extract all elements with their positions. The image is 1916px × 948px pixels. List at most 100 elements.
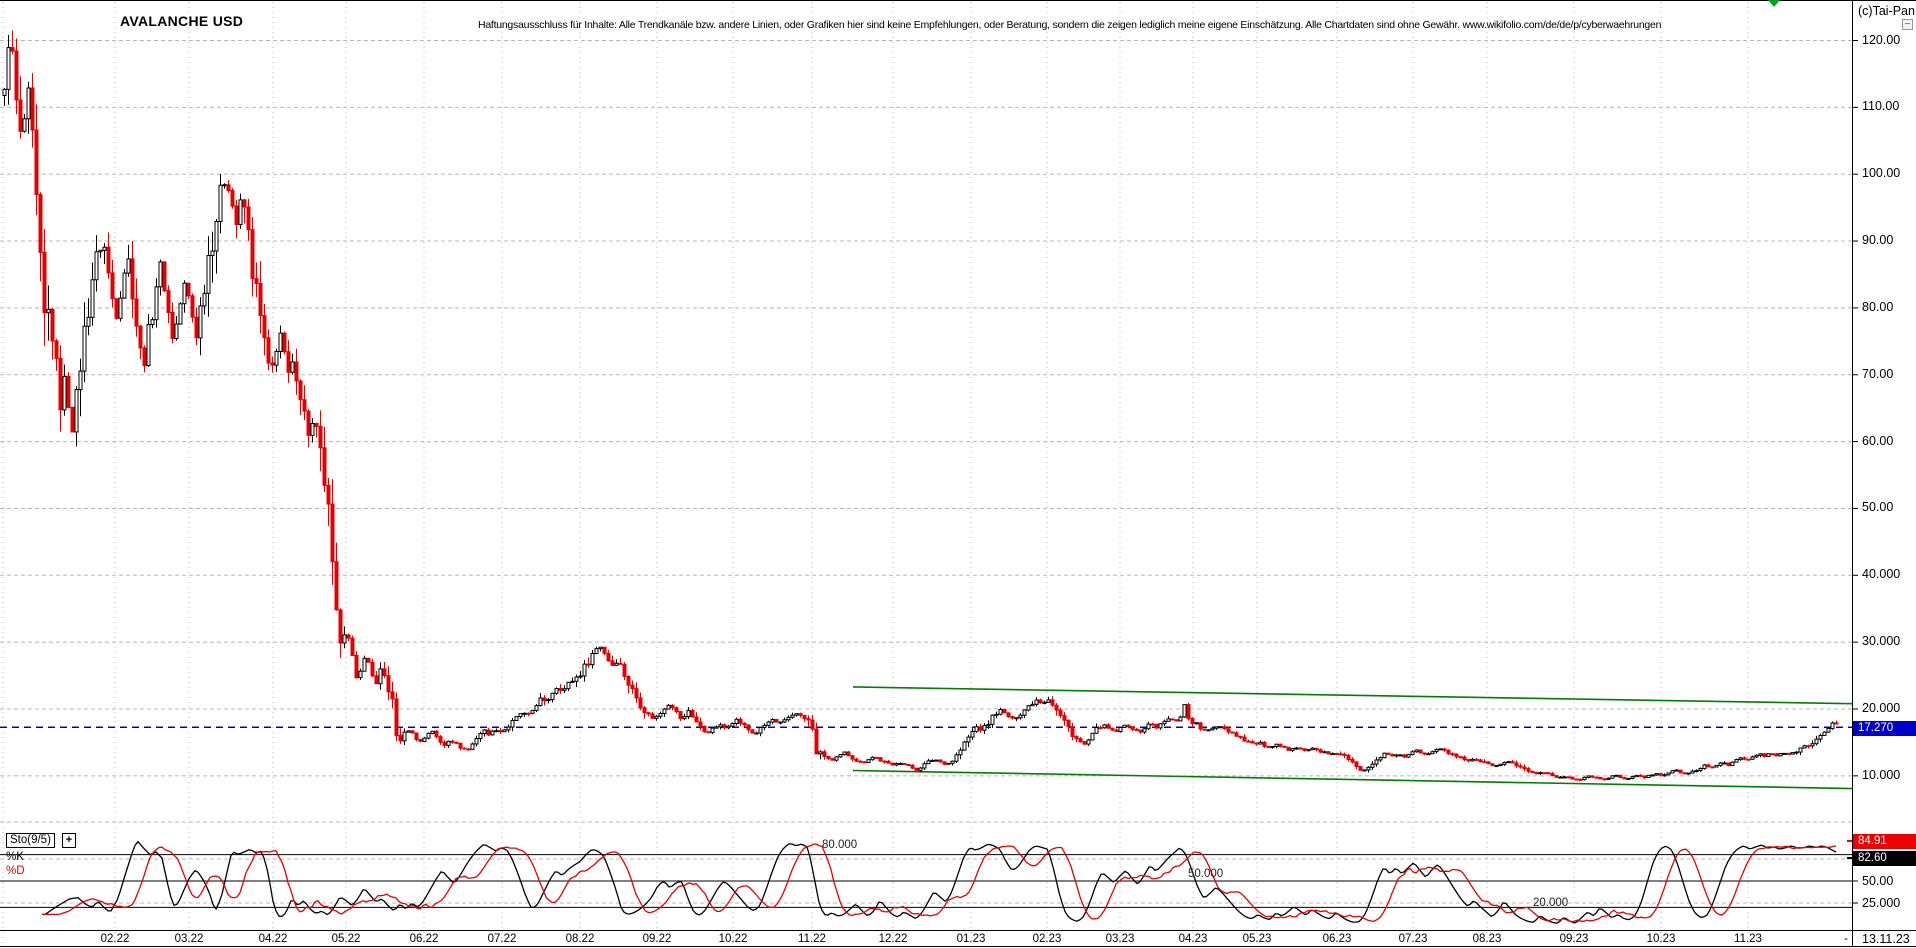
candle: [603, 647, 606, 653]
candle: [647, 713, 650, 714]
candle: [1747, 759, 1750, 760]
candle: [1739, 758, 1742, 760]
candle: [1179, 717, 1182, 721]
candle: [1619, 775, 1622, 777]
k-value-badge: 82.60: [1853, 851, 1916, 866]
candle: [1611, 776, 1614, 778]
candle: [1371, 764, 1374, 767]
candle: [1439, 749, 1442, 750]
x-axis-label: 03.23: [1106, 933, 1135, 945]
candle: [771, 719, 774, 722]
candle: [463, 748, 466, 749]
candle: [1119, 727, 1122, 731]
x-axis-label: 02.22: [101, 933, 130, 945]
candle: [627, 676, 630, 685]
candle: [123, 273, 126, 298]
candle: [887, 761, 890, 763]
candle: [1331, 753, 1334, 754]
candle: [1795, 752, 1798, 753]
candle: [611, 661, 614, 666]
candle: [1779, 754, 1782, 756]
candle: [903, 763, 906, 764]
candle: [1287, 747, 1290, 750]
candle: [1283, 746, 1286, 747]
candle: [1011, 717, 1014, 719]
candle: [1307, 750, 1310, 751]
candle: [1099, 728, 1102, 729]
candle: [1035, 700, 1038, 704]
candle: [223, 185, 226, 186]
candle: [159, 262, 162, 287]
candle: [1551, 774, 1554, 776]
candle: [1539, 773, 1542, 774]
stoch-level-label: 20.000: [1533, 897, 1568, 909]
candle: [259, 283, 262, 315]
candle: [1067, 720, 1070, 726]
candle: [111, 273, 114, 299]
candle: [823, 752, 826, 757]
candle: [963, 742, 966, 750]
candle: [555, 689, 558, 694]
y-axis-label: 90.00: [1862, 233, 1893, 247]
candle: [1143, 729, 1146, 732]
candle: [1191, 719, 1194, 724]
candle: [1791, 753, 1794, 755]
candle: [1435, 750, 1438, 752]
candle: [307, 411, 310, 435]
candle: [295, 362, 298, 381]
candle: [1647, 775, 1650, 777]
candle: [1299, 748, 1302, 749]
candle: [1703, 765, 1706, 769]
x-axis-label: 08.23: [1473, 933, 1502, 945]
candle: [103, 247, 106, 250]
candle: [1311, 748, 1314, 750]
candle: [571, 681, 574, 682]
y-axis-label: 80.00: [1862, 300, 1893, 314]
candle: [283, 333, 286, 352]
candle: [1315, 748, 1318, 749]
candle: [1443, 749, 1446, 750]
candle: [719, 725, 722, 727]
candle: [71, 407, 74, 432]
candle: [419, 739, 422, 741]
candle: [707, 732, 710, 733]
candle: [1787, 753, 1790, 754]
candle: [479, 734, 482, 739]
candle: [1487, 762, 1490, 764]
end-date-label: 13.11.23: [1862, 932, 1910, 946]
candle: [915, 768, 918, 770]
candle: [1771, 754, 1774, 755]
candle: [1243, 737, 1246, 741]
indicator-expand-button[interactable]: +: [62, 833, 76, 848]
marker-triangle-icon: [1768, 0, 1780, 7]
candle: [443, 742, 446, 745]
candle: [1391, 754, 1394, 756]
candle: [315, 423, 318, 426]
candle: [543, 698, 546, 701]
candle: [1467, 760, 1470, 761]
indicator-name-box[interactable]: Sto(9/5): [6, 833, 55, 848]
candle: [1087, 740, 1090, 744]
candle: [763, 725, 766, 727]
last-price-badge: 17.270: [1853, 721, 1916, 736]
candle: [1707, 765, 1710, 767]
candle: [1475, 759, 1478, 760]
collapse-icon[interactable]: [1902, 19, 1913, 30]
candle: [895, 764, 898, 765]
x-axis-label: 06.23: [1323, 933, 1352, 945]
candle: [1071, 727, 1074, 737]
candle: [1343, 754, 1346, 755]
candle: [1015, 718, 1018, 719]
candle: [1819, 735, 1822, 739]
candle: [11, 48, 14, 51]
candle: [1535, 773, 1538, 774]
candle: [1635, 775, 1638, 776]
candle: [1587, 776, 1590, 778]
candle: [171, 312, 174, 338]
candle: [871, 757, 874, 759]
candle: [1799, 748, 1802, 752]
candle: [215, 222, 218, 252]
stoch-axis-label-25: 25.000: [1862, 896, 1900, 910]
x-axis-label: 08.22: [566, 933, 595, 945]
candle: [1167, 719, 1170, 721]
